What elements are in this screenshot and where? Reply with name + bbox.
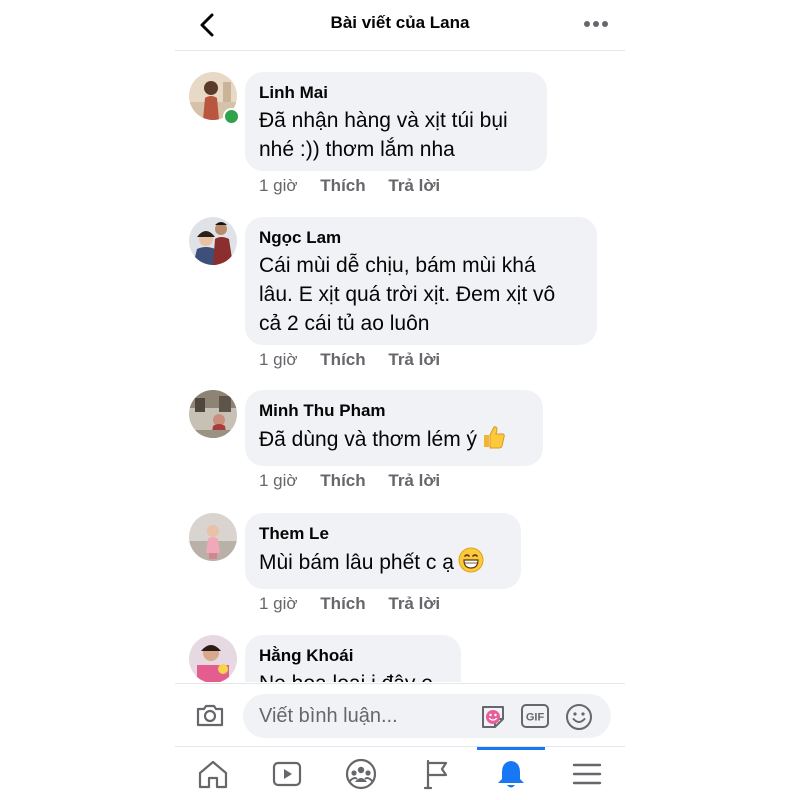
pages-flag-icon — [423, 759, 448, 790]
avatar[interactable] — [189, 217, 237, 265]
reply-button[interactable]: Trả lời — [388, 594, 440, 614]
reply-button[interactable]: Trả lời — [388, 176, 440, 196]
thumbs-up-icon — [481, 424, 507, 458]
comment-bubble[interactable]: Ngọc Lam Cái mùi dễ chịu, bám mùi khá lâ… — [245, 217, 597, 345]
like-button[interactable]: Thích — [320, 594, 365, 614]
comment-bubble[interactable]: Hằng Khoái Ne hoa loại i đây e — [245, 635, 461, 682]
comment-input-placeholder: Viết bình luận... — [259, 705, 398, 727]
camera-icon — [196, 704, 224, 727]
comment-bubble[interactable]: Minh Thu Pham Đã dùng và thơm lém ý — [245, 390, 543, 466]
active-tab-indicator — [477, 747, 545, 750]
emoji-button[interactable] — [565, 703, 593, 731]
comment-author[interactable]: Them Le — [259, 523, 507, 545]
avatar[interactable] — [189, 635, 237, 682]
comment-time: 1 giờ — [259, 471, 298, 490]
comment-actions: 1 giờ Thích Trả lời — [259, 594, 458, 614]
like-button[interactable]: Thích — [320, 471, 365, 491]
comment-actions: 1 giờ Thích Trả lời — [259, 176, 458, 196]
groups-icon — [345, 758, 377, 790]
comment-input[interactable]: Viết bình luận... GIF — [243, 694, 611, 738]
phone-screen: Bài viết của Lana Linh Mai Đã nhận hàng … — [175, 0, 625, 800]
comment-author[interactable]: Linh Mai — [259, 82, 533, 104]
comment-text: Mùi bám lâu phết c ạ — [259, 547, 507, 581]
comment-author[interactable]: Hằng Khoái — [259, 645, 447, 667]
avatar[interactable] — [189, 513, 237, 561]
nav-notifications[interactable] — [493, 757, 529, 791]
home-icon — [198, 760, 228, 789]
comment-author[interactable]: Ngọc Lam — [259, 227, 583, 249]
nav-groups[interactable] — [343, 757, 379, 791]
comment-text: Đã nhận hàng và xịt túi bụi nhé :)) thơm… — [259, 109, 508, 161]
comment-time: 1 giờ — [259, 594, 298, 613]
page-title: Bài viết của Lana — [330, 13, 470, 32]
comment-time: 1 giờ — [259, 350, 298, 369]
comment-time: 1 giờ — [259, 176, 298, 195]
comments-list: Linh Mai Đã nhận hàng và xịt túi bụi nhé… — [175, 52, 625, 682]
nav-video[interactable] — [269, 757, 305, 791]
notifications-bell-icon — [498, 761, 524, 788]
comment-actions: 1 giờ Thích Trả lời — [259, 471, 458, 491]
comment-bubble[interactable]: Linh Mai Đã nhận hàng và xịt túi bụi nhé… — [245, 72, 547, 171]
like-button[interactable]: Thích — [320, 176, 365, 196]
comment-text: Đã dùng và thơm lém ý — [259, 424, 529, 458]
nav-home[interactable] — [195, 757, 231, 791]
video-icon — [272, 761, 302, 787]
nav-menu[interactable] — [569, 757, 605, 791]
online-status-dot — [223, 108, 240, 125]
sticker-button[interactable] — [479, 703, 507, 731]
comment-composer: Viết bình luận... GIF — [175, 683, 625, 746]
smile-icon — [566, 704, 592, 730]
reply-button[interactable]: Trả lời — [388, 350, 440, 370]
nav-pages[interactable] — [419, 757, 455, 791]
comment-actions: 1 giờ Thích Trả lời — [259, 350, 458, 370]
comment-bubble[interactable]: Them Le Mùi bám lâu phết c ạ — [245, 513, 521, 589]
comment-author[interactable]: Minh Thu Pham — [259, 400, 529, 422]
comment-text: Ne hoa loại i đây e — [259, 669, 447, 682]
sticker-icon — [482, 706, 504, 728]
gif-label: GIF — [526, 712, 545, 724]
comment-text: Cái mùi dễ chịu, bám mùi khá lâu. E xịt … — [259, 254, 556, 335]
reply-button[interactable]: Trả lời — [388, 471, 440, 491]
menu-icon — [572, 763, 602, 785]
more-horizontal-icon — [584, 21, 608, 27]
gif-button[interactable]: GIF — [521, 704, 549, 728]
avatar[interactable] — [189, 390, 237, 438]
top-bar: Bài viết của Lana — [175, 0, 625, 51]
camera-button[interactable] — [195, 702, 225, 728]
more-options-button[interactable] — [581, 12, 611, 36]
bottom-navigation — [175, 746, 625, 800]
like-button[interactable]: Thích — [320, 350, 365, 370]
grinning-face-icon — [458, 547, 484, 581]
